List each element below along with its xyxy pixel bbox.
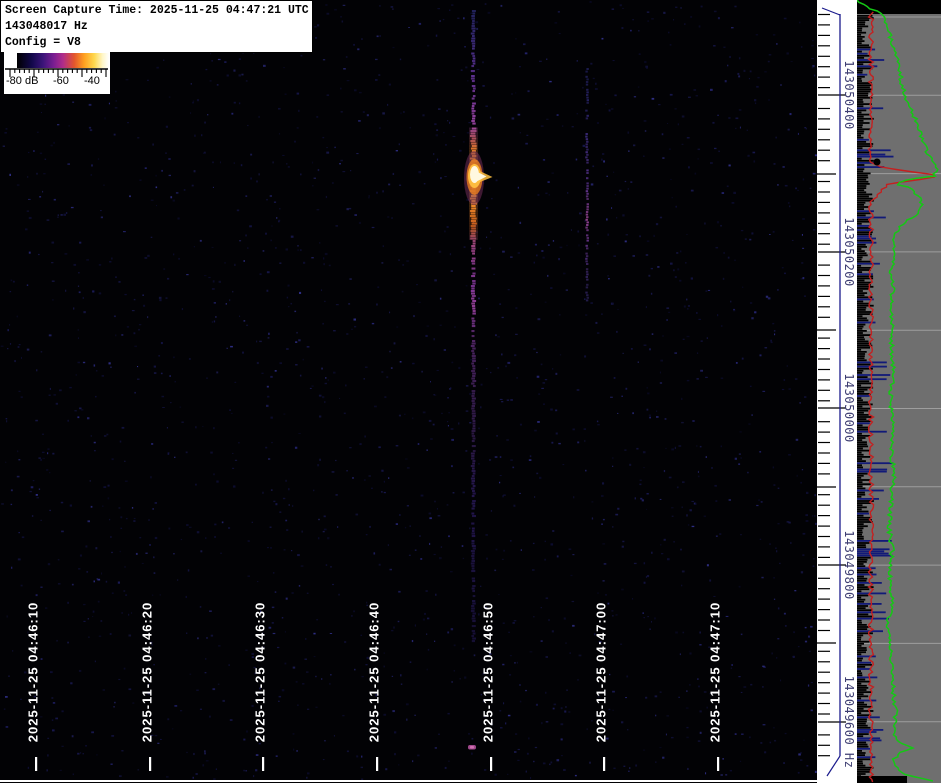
frequency-text: 143048017 Hz [5, 19, 312, 35]
colorbar-gradient [17, 53, 109, 68]
info-box: Screen Capture Time: 2025-11-25 04:47:21… [0, 0, 313, 53]
time-label: 2025-11-25 04:47:10 [708, 602, 723, 742]
colorbar-label-max: -40 [84, 75, 100, 87]
time-label: 2025-11-25 04:46:20 [140, 602, 155, 742]
time-label: 2025-11-25 04:47:00 [594, 602, 609, 742]
db-colorbar: -80 dB -60 -40 [4, 52, 110, 94]
freq-label: 143049600 Hz [842, 676, 856, 769]
freq-label: 143050000 [842, 373, 856, 443]
colorbar-label-mid: -60 [53, 75, 69, 87]
colorbar-label-min: -80 dB [6, 75, 38, 87]
time-label: 2025-11-25 04:46:40 [367, 602, 382, 742]
spectrum-side-panel [857, 0, 941, 783]
time-label: 2025-11-25 04:46:30 [253, 602, 268, 742]
time-label: 2025-11-25 04:46:50 [481, 602, 496, 742]
meteor-spectrogram-screen: Screen Capture Time: 2025-11-25 04:47:21… [0, 0, 941, 783]
freq-label: 143050200 [842, 217, 856, 287]
config-text: Config = V8 [5, 35, 312, 51]
capture-time-text: Screen Capture Time: 2025-11-25 04:47:21… [5, 3, 312, 19]
freq-label: 143050400 [842, 60, 856, 130]
freq-label: 143049800 [842, 530, 856, 600]
time-label: 2025-11-25 04:46:10 [26, 602, 41, 742]
waterfall-spectrogram [0, 0, 817, 783]
